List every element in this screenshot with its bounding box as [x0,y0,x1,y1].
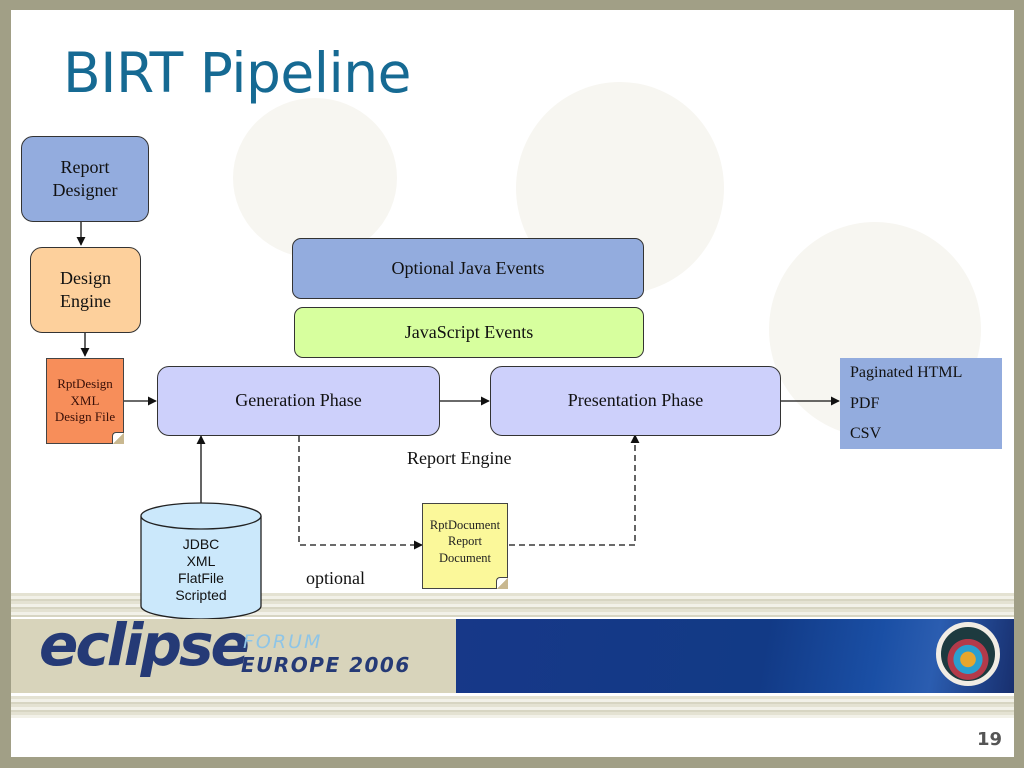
rptdesign-line-1: RptDesign [57,375,113,391]
optional-java-events-label: Optional Java Events [391,257,545,278]
report-designer-line-1: Report [60,156,110,177]
rptdocument-text: RptDocument Report Document [423,504,507,588]
output-format-item: PDF [850,394,880,412]
data-source-item: XML [186,553,216,569]
javascript-events-label: JavaScript Events [404,321,534,342]
rptdesign-file-node: RptDesign XML Design File [46,358,124,444]
rptdocument-line-3: Document [438,550,492,565]
optional-java-events-node: Optional Java Events [292,238,644,299]
rptdesign-line-3: Design File [54,409,116,425]
output-formats-box: Paginated HTML PDF CSV [840,358,1002,449]
report-designer-line-2: Designer [52,180,118,200]
eclipse-logo-text: eclipse [39,611,250,679]
output-format-item: CSV [850,425,882,442]
data-source-item: FlatFile [178,570,224,586]
optional-label: optional [306,568,365,588]
javascript-events-node: JavaScript Events [294,307,644,358]
presentation-phase-node: Presentation Phase [490,366,781,436]
event-logo-text: EUROPE 2006 [241,653,411,677]
data-source-item: JDBC [182,536,220,552]
forum-emblem-icon [936,622,1000,686]
data-sources-text: JDBC XML FlatFile Scripted [139,536,263,604]
data-source-item: Scripted [175,587,227,603]
design-engine-line-1: Design [60,267,111,288]
presentation-phase-label: Presentation Phase [567,390,704,411]
dashed-arrow-generation-to-document [298,436,423,550]
dashed-arrow-document-to-presentation [509,434,640,546]
forum-logo-text: FORUM [243,631,323,653]
generation-phase-node: Generation Phase [157,366,440,436]
footer-banner-right [456,619,1014,693]
page-fold-icon [112,432,124,444]
design-engine-node: Design Engine [30,247,141,333]
rptdocument-node: RptDocument Report Document [422,503,508,589]
rptdocument-line-1: RptDocument [429,518,501,532]
slide: BIRT Pipeline Report Designer Design Eng… [11,10,1014,757]
rptdesign-file-text: RptDesign XML Design File [47,359,123,443]
page-number: 19 [976,729,1002,750]
output-format-item: Paginated HTML [850,364,963,381]
page-fold-icon [496,577,508,589]
report-engine-label: Report Engine [407,448,512,468]
design-engine-line-2: Engine [60,291,111,311]
generation-phase-label: Generation Phase [235,390,362,411]
report-designer-node: Report Designer [21,136,149,222]
rptdocument-line-2: Report [447,534,483,549]
decorative-stripes-bottom [11,696,1014,718]
rptdesign-line-2: XML [70,392,100,408]
